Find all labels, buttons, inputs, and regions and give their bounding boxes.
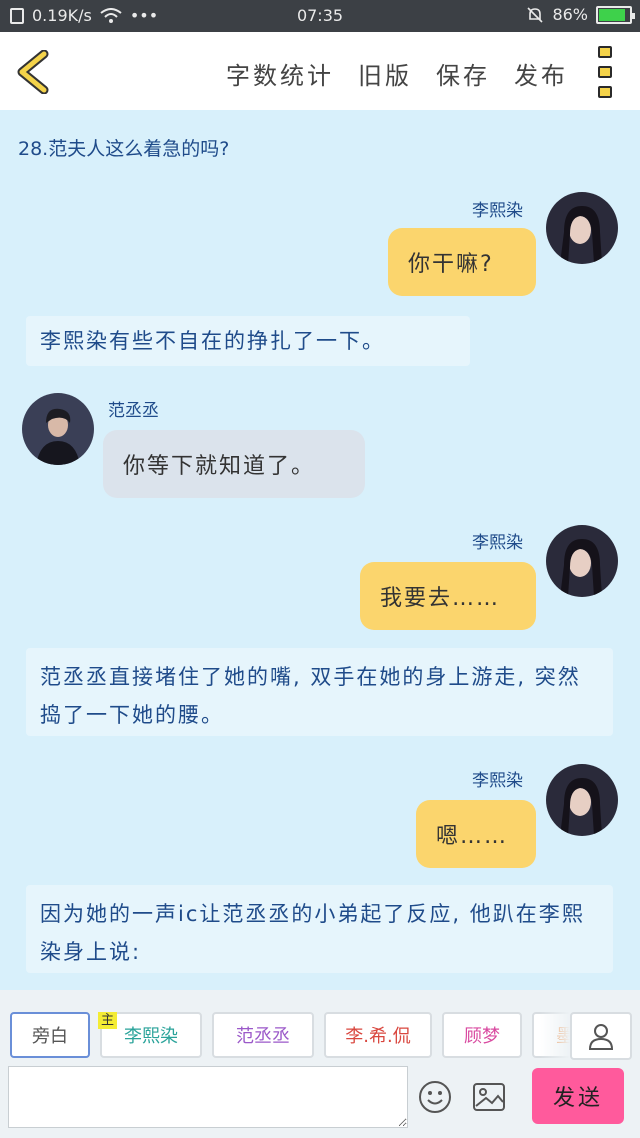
avatar-male[interactable] [22, 393, 94, 465]
role-option-narrator[interactable]: 旁白 [10, 1012, 90, 1058]
role-label: 李熙染 [124, 1026, 178, 1047]
narration-block[interactable]: 范丞丞直接堵住了她的嘴, 双手在她的身上游走, 突然捣了一下她的腰。 [26, 648, 613, 736]
roles-fade [540, 1012, 570, 1060]
dialog-bubble[interactable]: 你干嘛? [388, 228, 536, 296]
speaker-name: 李熙染 [472, 533, 523, 553]
role-option-li-xikan[interactable]: 李.希.侃 [324, 1012, 432, 1058]
avatar-female[interactable] [546, 764, 618, 836]
mute-bell-icon [527, 6, 544, 23]
role-label: 旁白 [32, 1026, 68, 1047]
status-bar: 0.19K/s ••• 07:35 86% [0, 0, 640, 32]
smile-icon[interactable] [418, 1080, 452, 1114]
dialog-bubble[interactable]: 你等下就知道了。 [103, 430, 365, 498]
role-option-li-xiran[interactable]: 李熙染主 [98, 1012, 202, 1058]
dialog-bubble[interactable]: 我要去…… [360, 562, 536, 630]
role-option-gu-meng[interactable]: 顾梦 [442, 1012, 522, 1058]
send-button[interactable]: 发送 [532, 1068, 624, 1124]
image-icon[interactable] [472, 1082, 506, 1112]
message-input[interactable] [8, 1066, 408, 1128]
word-count-button[interactable]: 字数统计 [226, 56, 334, 91]
speaker-name: 范丞丞 [108, 401, 159, 421]
chevron-left-icon[interactable] [14, 50, 54, 94]
more-vertical-icon[interactable] [598, 46, 614, 98]
battery-icon [596, 5, 635, 24]
role-selector: 旁白 李熙染主 范丞丞 李.希.侃 顾梦 墨 [10, 1012, 570, 1060]
main-role-tag: 主 [98, 1012, 118, 1029]
battery-percent: 86% [552, 5, 588, 24]
avatar-female[interactable] [546, 192, 618, 264]
dialog-bubble[interactable]: 嗯…… [416, 800, 536, 868]
top-toolbar: 字数统计 旧版 保存 发布 [0, 32, 640, 110]
role-label: 范丞丞 [236, 1026, 290, 1047]
speaker-name: 李熙染 [472, 201, 523, 221]
speaker-name: 李熙染 [472, 771, 523, 791]
publish-button[interactable]: 发布 [514, 56, 568, 91]
old-version-button[interactable]: 旧版 [358, 56, 412, 91]
avatar-female[interactable] [546, 525, 618, 597]
manage-roles-button[interactable] [570, 1012, 632, 1060]
toolbar-actions: 字数统计 旧版 保存 发布 [226, 56, 568, 91]
person-icon [588, 1024, 614, 1050]
chat-content[interactable]: 28.范夫人这么着急的吗? 李熙染 你干嘛? 李熙染有些不自在的挣扎了一下。 范… [0, 110, 640, 990]
composer-panel: 旁白 李熙染主 范丞丞 李.希.侃 顾梦 墨 发送 [0, 990, 640, 1138]
role-label: 顾梦 [464, 1026, 500, 1047]
save-button[interactable]: 保存 [436, 56, 490, 91]
narration-block[interactable]: 因为她的一声ic让范丞丞的小弟起了反应, 他趴在李熙染身上说: [26, 885, 613, 973]
chapter-title: 28.范夫人这么着急的吗? [18, 138, 230, 160]
narration-block[interactable]: 李熙染有些不自在的挣扎了一下。 [26, 316, 470, 366]
role-option-fan-chengcheng[interactable]: 范丞丞 [212, 1012, 314, 1058]
role-label: 李.希.侃 [345, 1026, 411, 1047]
